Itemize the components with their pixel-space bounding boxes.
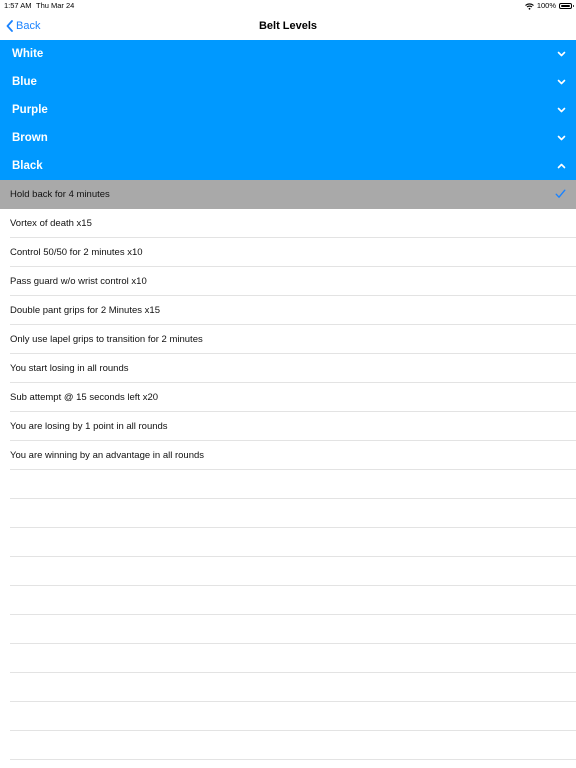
belt-item-white[interactable]: White — [0, 40, 576, 68]
chevron-up-icon — [557, 163, 566, 169]
task-label: Hold back for 4 minutes — [10, 189, 110, 200]
empty-row — [0, 673, 576, 702]
chevron-down-icon — [557, 107, 566, 113]
task-list: Hold back for 4 minutes Vortex of death … — [0, 180, 576, 760]
belt-item-blue[interactable]: Blue — [0, 68, 576, 96]
chevron-down-icon — [557, 135, 566, 141]
divider — [10, 759, 576, 760]
empty-row — [0, 731, 576, 760]
belt-label: Purple — [12, 104, 48, 116]
task-label: Double pant grips for 2 Minutes x15 — [10, 305, 160, 316]
belt-label: Black — [12, 160, 43, 172]
task-label: Only use lapel grips to transition for 2… — [10, 334, 203, 345]
task-label: Control 50/50 for 2 minutes x10 — [10, 247, 143, 258]
belt-item-brown[interactable]: Brown — [0, 124, 576, 152]
belt-label: White — [12, 48, 44, 60]
belt-item-black[interactable]: Black — [0, 152, 576, 180]
list-item[interactable]: Hold back for 4 minutes — [0, 180, 576, 209]
list-item[interactable]: Only use lapel grips to transition for 2… — [0, 325, 576, 354]
task-label: Pass guard w/o wrist control x10 — [10, 276, 147, 287]
list-item[interactable]: Vortex of death x15 — [0, 209, 576, 238]
battery-percent: 100% — [536, 1, 556, 10]
nav-bar: Back Belt Levels — [0, 12, 576, 40]
task-label: Sub attempt @ 15 seconds left x20 — [10, 392, 159, 403]
battery-icon — [559, 3, 574, 9]
belt-item-purple[interactable]: Purple — [0, 96, 576, 124]
belt-label: Blue — [12, 76, 37, 88]
list-item[interactable]: Control 50/50 for 2 minutes x10 — [0, 238, 576, 267]
page-title: Belt Levels — [258, 20, 318, 32]
empty-row — [0, 528, 576, 557]
status-bar: 1:57 AM Thu Mar 24 100% — [0, 0, 576, 12]
list-item[interactable]: You start losing in all rounds — [0, 354, 576, 383]
status-time: 1:57 AM — [4, 1, 32, 10]
chevron-down-icon — [557, 79, 566, 85]
empty-row — [0, 470, 576, 499]
task-label: You are losing by 1 point in all rounds — [10, 421, 168, 432]
empty-row — [0, 615, 576, 644]
task-label: Vortex of death x15 — [10, 218, 92, 229]
chevron-down-icon — [557, 51, 566, 57]
belt-list: White Blue Purple Brown Black — [0, 40, 576, 180]
status-date: Thu Mar 24 — [36, 1, 75, 10]
list-item[interactable]: Pass guard w/o wrist control x10 — [0, 267, 576, 296]
belt-label: Brown — [12, 132, 48, 144]
list-item[interactable]: You are winning by an advantage in all r… — [0, 441, 576, 470]
list-item[interactable]: Double pant grips for 2 Minutes x15 — [0, 296, 576, 325]
checkmark-icon — [555, 189, 566, 198]
wifi-icon — [524, 2, 534, 10]
status-right: 100% — [524, 0, 574, 12]
empty-row — [0, 644, 576, 673]
list-item[interactable]: You are losing by 1 point in all rounds — [0, 412, 576, 441]
empty-row — [0, 702, 576, 731]
empty-row — [0, 499, 576, 528]
empty-row — [0, 557, 576, 586]
task-label: You start losing in all rounds — [10, 363, 129, 374]
empty-row — [0, 586, 576, 615]
task-label: You are winning by an advantage in all r… — [10, 450, 205, 461]
list-item[interactable]: Sub attempt @ 15 seconds left x20 — [0, 383, 576, 412]
